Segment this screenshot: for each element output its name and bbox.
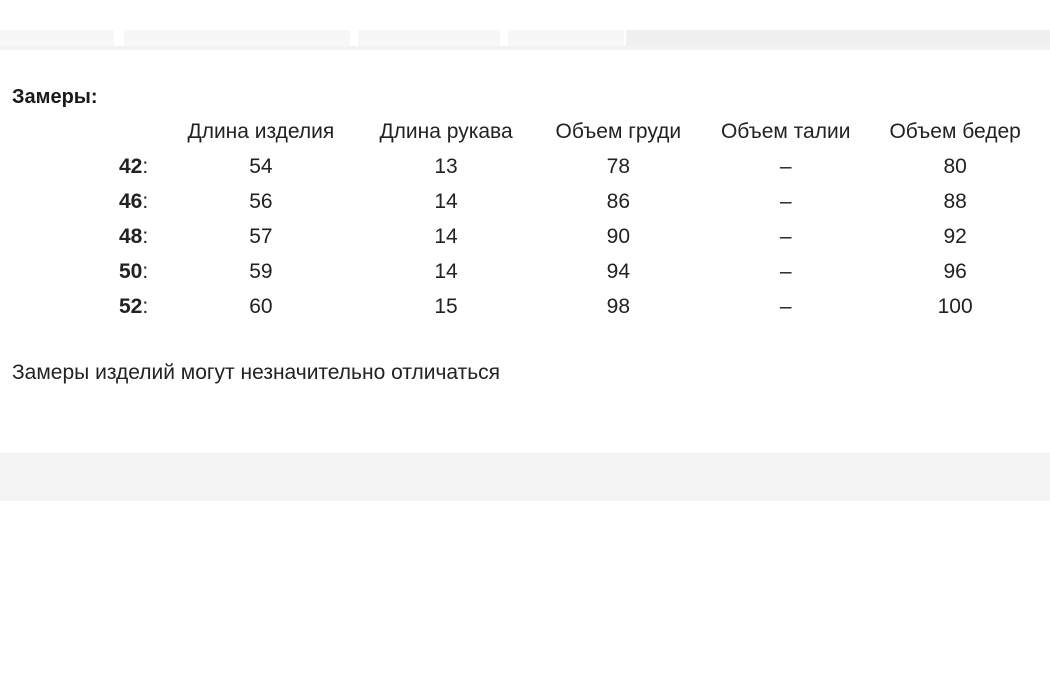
- cell-chest: 86: [606, 189, 630, 213]
- footer-band: [0, 453, 1050, 501]
- page: Замеры: Длина изделия Длина рукава Объем…: [0, 0, 1050, 699]
- cell-sleeve: 14: [434, 189, 458, 213]
- cell-hips: 96: [943, 259, 967, 283]
- size-table: Длина изделия Длина рукава Объем груди О…: [0, 114, 1050, 324]
- size-value: 42: [118, 154, 143, 178]
- table-row: 50: 59 14 94 – 96: [0, 254, 1050, 289]
- size-value: 46: [118, 189, 143, 213]
- header-length: Длина изделия: [187, 119, 335, 143]
- size-label: 42:: [118, 154, 149, 178]
- table-row: 52: 60 15 98 – 100: [0, 289, 1050, 324]
- cell-chest: 98: [606, 294, 630, 318]
- size-label: 50:: [118, 259, 149, 283]
- size-label: 52:: [118, 294, 149, 318]
- cell-length: 56: [249, 189, 273, 213]
- cell-chest: 94: [606, 259, 630, 283]
- cell-hips: 88: [943, 189, 967, 213]
- table-row: 46: 56 14 86 – 88: [0, 184, 1050, 219]
- cell-waist: –: [779, 259, 792, 283]
- cell-chest: 78: [606, 154, 630, 178]
- cell-sleeve: 14: [434, 224, 458, 248]
- table-header-row: Длина изделия Длина рукава Объем груди О…: [0, 114, 1050, 149]
- cell-length: 59: [249, 259, 273, 283]
- header-chest: Объем груди: [555, 119, 682, 143]
- cell-chest: 90: [606, 224, 630, 248]
- header-corner: [0, 114, 155, 149]
- cell-length: 54: [249, 154, 273, 178]
- tab-divider: [0, 46, 1050, 50]
- size-value: 50: [118, 259, 143, 283]
- cell-sleeve: 14: [434, 259, 458, 283]
- cell-hips: 100: [937, 294, 973, 318]
- cell-length: 57: [249, 224, 273, 248]
- section-title: Замеры:: [12, 86, 98, 108]
- cell-sleeve: 13: [434, 154, 458, 178]
- cell-waist: –: [779, 224, 792, 248]
- cell-hips: 80: [943, 154, 967, 178]
- measurement-note: Замеры изделий могут незначительно отлич…: [12, 361, 501, 384]
- cell-waist: –: [779, 294, 792, 318]
- size-label: 46:: [118, 189, 149, 213]
- table-row: 48: 57 14 90 – 92: [0, 219, 1050, 254]
- tab-strip: [0, 0, 1050, 50]
- header-sleeve: Длина рукава: [379, 119, 513, 143]
- cell-waist: –: [779, 154, 792, 178]
- cell-sleeve: 15: [434, 294, 458, 318]
- table-row: 42: 54 13 78 – 80: [0, 149, 1050, 184]
- size-label: 48:: [118, 224, 149, 248]
- cell-waist: –: [779, 189, 792, 213]
- header-hips: Объем бедер: [889, 119, 1021, 143]
- size-value: 52: [118, 294, 143, 318]
- cell-length: 60: [249, 294, 273, 318]
- header-waist: Объем талии: [720, 119, 851, 143]
- cell-hips: 92: [943, 224, 967, 248]
- size-value: 48: [118, 224, 143, 248]
